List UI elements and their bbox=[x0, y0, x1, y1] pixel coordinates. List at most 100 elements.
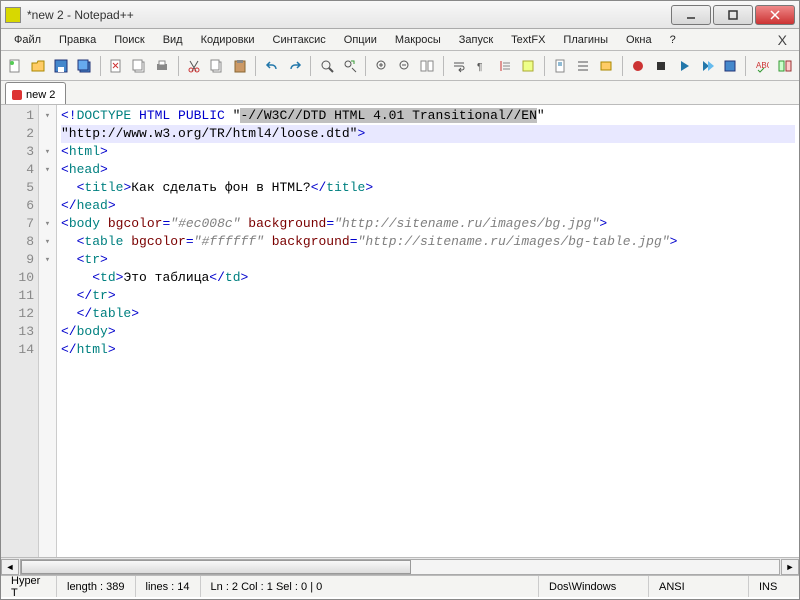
fold-toggle[interactable] bbox=[39, 125, 56, 143]
statusbar: Hyper T length : 389 lines : 14 Ln : 2 C… bbox=[1, 575, 799, 597]
fold-toggle[interactable] bbox=[39, 269, 56, 287]
macro-save-icon[interactable] bbox=[719, 55, 740, 77]
fold-toggle[interactable]: ▾ bbox=[39, 233, 56, 251]
menu-edit[interactable]: Правка bbox=[50, 31, 105, 49]
code-line[interactable]: <!DOCTYPE HTML PUBLIC "-//W3C//DTD HTML … bbox=[61, 107, 795, 125]
svg-text:ABC: ABC bbox=[756, 61, 769, 70]
folder-tree-icon[interactable] bbox=[596, 55, 617, 77]
save-icon[interactable] bbox=[51, 55, 72, 77]
lang-indent-icon[interactable] bbox=[518, 55, 539, 77]
horizontal-scrollbar[interactable]: ◄ ► bbox=[1, 557, 799, 575]
code-line[interactable]: </html> bbox=[61, 341, 795, 359]
menu-close-doc[interactable]: X bbox=[770, 32, 795, 48]
menu-syntax[interactable]: Синтаксис bbox=[264, 31, 335, 49]
code-line[interactable]: <td>Это таблица</td> bbox=[61, 269, 795, 287]
menu-encoding[interactable]: Кодировки bbox=[192, 31, 264, 49]
scroll-left-icon[interactable]: ◄ bbox=[1, 559, 19, 575]
menu-textfx[interactable]: TextFX bbox=[502, 31, 554, 49]
close-all-icon[interactable] bbox=[129, 55, 150, 77]
redo-icon[interactable] bbox=[284, 55, 305, 77]
line-number-gutter: 1234567891011121314 bbox=[1, 105, 39, 557]
scroll-track[interactable] bbox=[20, 559, 780, 575]
find-icon[interactable] bbox=[316, 55, 337, 77]
copy-icon[interactable] bbox=[207, 55, 228, 77]
code-line[interactable]: <body bgcolor="#ec008c" background="http… bbox=[61, 215, 795, 233]
close-button[interactable] bbox=[755, 5, 795, 25]
code-line[interactable]: <html> bbox=[61, 143, 795, 161]
svg-text:¶: ¶ bbox=[477, 62, 482, 73]
fold-toggle[interactable] bbox=[39, 341, 56, 359]
fold-toggle[interactable] bbox=[39, 197, 56, 215]
menu-plugins[interactable]: Плагины bbox=[554, 31, 617, 49]
status-eol[interactable]: Dos\Windows bbox=[539, 576, 649, 597]
status-position: Ln : 2 Col : 1 Sel : 0 | 0 bbox=[200, 576, 539, 597]
fold-toggle[interactable]: ▾ bbox=[39, 161, 56, 179]
fold-toggle[interactable]: ▾ bbox=[39, 251, 56, 269]
scroll-thumb[interactable] bbox=[21, 560, 411, 574]
close-file-icon[interactable] bbox=[106, 55, 127, 77]
toolbar: ¶ ABC bbox=[1, 51, 799, 81]
macro-play-multi-icon[interactable] bbox=[696, 55, 717, 77]
minimize-button[interactable] bbox=[671, 5, 711, 25]
menu-search[interactable]: Поиск bbox=[105, 31, 153, 49]
fold-toggle[interactable] bbox=[39, 305, 56, 323]
unsaved-indicator-icon bbox=[12, 90, 22, 100]
fold-gutter[interactable]: ▾▾▾▾▾▾ bbox=[39, 105, 57, 557]
macro-play-icon[interactable] bbox=[673, 55, 694, 77]
status-insert-mode[interactable]: INS bbox=[749, 576, 799, 597]
scroll-right-icon[interactable]: ► bbox=[781, 559, 799, 575]
fold-toggle[interactable]: ▾ bbox=[39, 215, 56, 233]
menu-view[interactable]: Вид bbox=[154, 31, 192, 49]
macro-stop-icon[interactable] bbox=[650, 55, 671, 77]
save-all-icon[interactable] bbox=[74, 55, 95, 77]
menu-windows[interactable]: Окна bbox=[617, 31, 661, 49]
menu-options[interactable]: Опции bbox=[335, 31, 386, 49]
menubar: Файл Правка Поиск Вид Кодировки Синтакси… bbox=[1, 29, 799, 51]
func-list-icon[interactable] bbox=[573, 55, 594, 77]
code-line[interactable]: "http://www.w3.org/TR/html4/loose.dtd"> bbox=[61, 125, 795, 143]
menu-run[interactable]: Запуск bbox=[450, 31, 502, 49]
sync-scroll-icon[interactable] bbox=[417, 55, 438, 77]
code-line[interactable]: </table> bbox=[61, 305, 795, 323]
indent-guide-icon[interactable] bbox=[495, 55, 516, 77]
undo-icon[interactable] bbox=[261, 55, 282, 77]
app-icon bbox=[5, 7, 21, 23]
cut-icon[interactable] bbox=[184, 55, 205, 77]
code-line[interactable]: <title>Как сделать фон в HTML?</title> bbox=[61, 179, 795, 197]
window-title: *new 2 - Notepad++ bbox=[27, 8, 671, 22]
print-icon[interactable] bbox=[152, 55, 173, 77]
zoom-in-icon[interactable] bbox=[371, 55, 392, 77]
macro-record-icon[interactable] bbox=[628, 55, 649, 77]
tabbar: new 2 bbox=[1, 81, 799, 105]
code-area[interactable]: <!DOCTYPE HTML PUBLIC "-//W3C//DTD HTML … bbox=[57, 105, 799, 557]
code-line[interactable]: </head> bbox=[61, 197, 795, 215]
code-line[interactable]: <head> bbox=[61, 161, 795, 179]
menu-macro[interactable]: Макросы bbox=[386, 31, 450, 49]
compare-icon[interactable] bbox=[774, 55, 795, 77]
new-file-icon[interactable] bbox=[5, 55, 26, 77]
paste-icon[interactable] bbox=[229, 55, 250, 77]
spell-check-icon[interactable]: ABC bbox=[751, 55, 772, 77]
menu-file[interactable]: Файл bbox=[5, 31, 50, 49]
fold-toggle[interactable] bbox=[39, 287, 56, 305]
fold-toggle[interactable] bbox=[39, 323, 56, 341]
maximize-button[interactable] bbox=[713, 5, 753, 25]
fold-toggle[interactable] bbox=[39, 179, 56, 197]
code-line[interactable]: <tr> bbox=[61, 251, 795, 269]
status-encoding[interactable]: ANSI bbox=[649, 576, 749, 597]
code-line[interactable]: <table bgcolor="#ffffff" background="htt… bbox=[61, 233, 795, 251]
wordwrap-icon[interactable] bbox=[449, 55, 470, 77]
tab-new-2[interactable]: new 2 bbox=[5, 82, 66, 104]
editor[interactable]: 1234567891011121314 ▾▾▾▾▾▾ <!DOCTYPE HTM… bbox=[1, 105, 799, 557]
zoom-out-icon[interactable] bbox=[394, 55, 415, 77]
status-lines: lines : 14 bbox=[136, 576, 200, 597]
fold-toggle[interactable]: ▾ bbox=[39, 107, 56, 125]
code-line[interactable]: </body> bbox=[61, 323, 795, 341]
open-file-icon[interactable] bbox=[28, 55, 49, 77]
code-line[interactable]: </tr> bbox=[61, 287, 795, 305]
menu-help[interactable]: ? bbox=[661, 31, 685, 49]
fold-toggle[interactable]: ▾ bbox=[39, 143, 56, 161]
replace-icon[interactable] bbox=[339, 55, 360, 77]
show-all-chars-icon[interactable]: ¶ bbox=[472, 55, 493, 77]
doc-map-icon[interactable] bbox=[550, 55, 571, 77]
